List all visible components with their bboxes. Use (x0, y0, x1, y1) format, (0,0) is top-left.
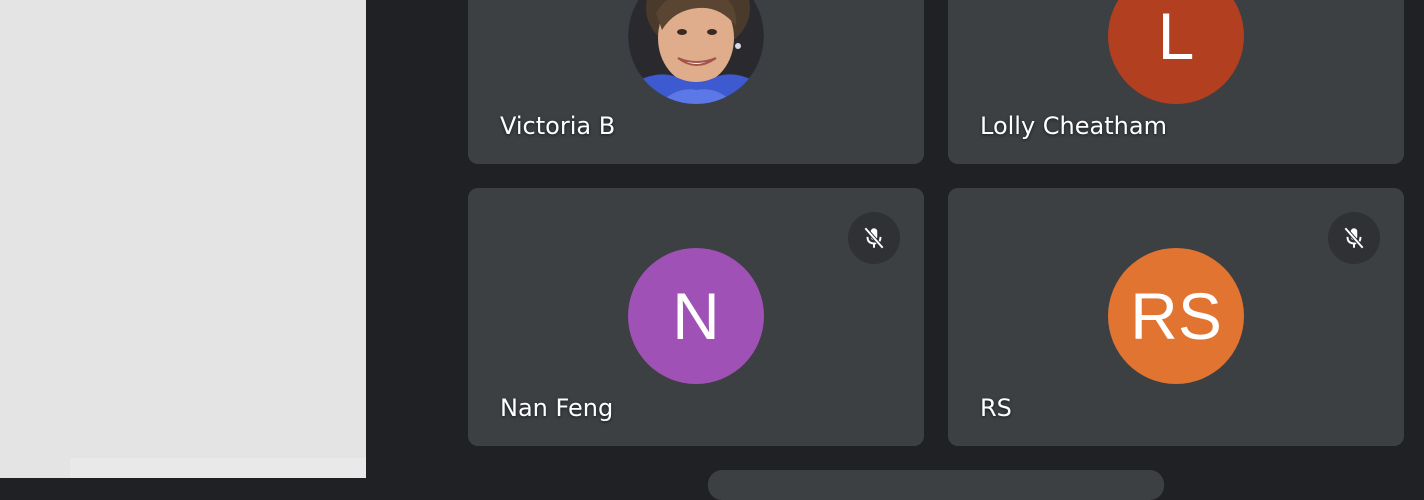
participant-tile-rs[interactable]: RS RS (948, 188, 1404, 446)
participant-avatar-initials: L (1108, 0, 1244, 104)
participant-avatar-photo (628, 0, 764, 104)
participant-grid: Victoria B L Lolly Cheatham N Nan Feng R… (366, 0, 1424, 500)
participant-name: Victoria B (500, 112, 616, 140)
participant-avatar-initials: N (628, 248, 764, 384)
mic-off-icon (1343, 226, 1365, 250)
participant-tile-nan-feng[interactable]: N Nan Feng (468, 188, 924, 446)
left-side-panel (0, 0, 366, 478)
mic-off-button[interactable] (1328, 212, 1380, 264)
mic-off-icon (863, 226, 885, 250)
participant-tile-victoria-b[interactable]: Victoria B (468, 0, 924, 164)
participant-tile-lolly-cheatham[interactable]: L Lolly Cheatham (948, 0, 1404, 164)
left-panel-lower-strip (70, 458, 366, 478)
participant-tile-partial[interactable] (708, 470, 1164, 500)
mic-off-button[interactable] (848, 212, 900, 264)
participant-name: Nan Feng (500, 394, 614, 422)
participant-name: Lolly Cheatham (980, 112, 1167, 140)
participant-avatar-initials: RS (1108, 248, 1244, 384)
participant-name: RS (980, 394, 1012, 422)
participant-photo-image (628, 0, 764, 104)
